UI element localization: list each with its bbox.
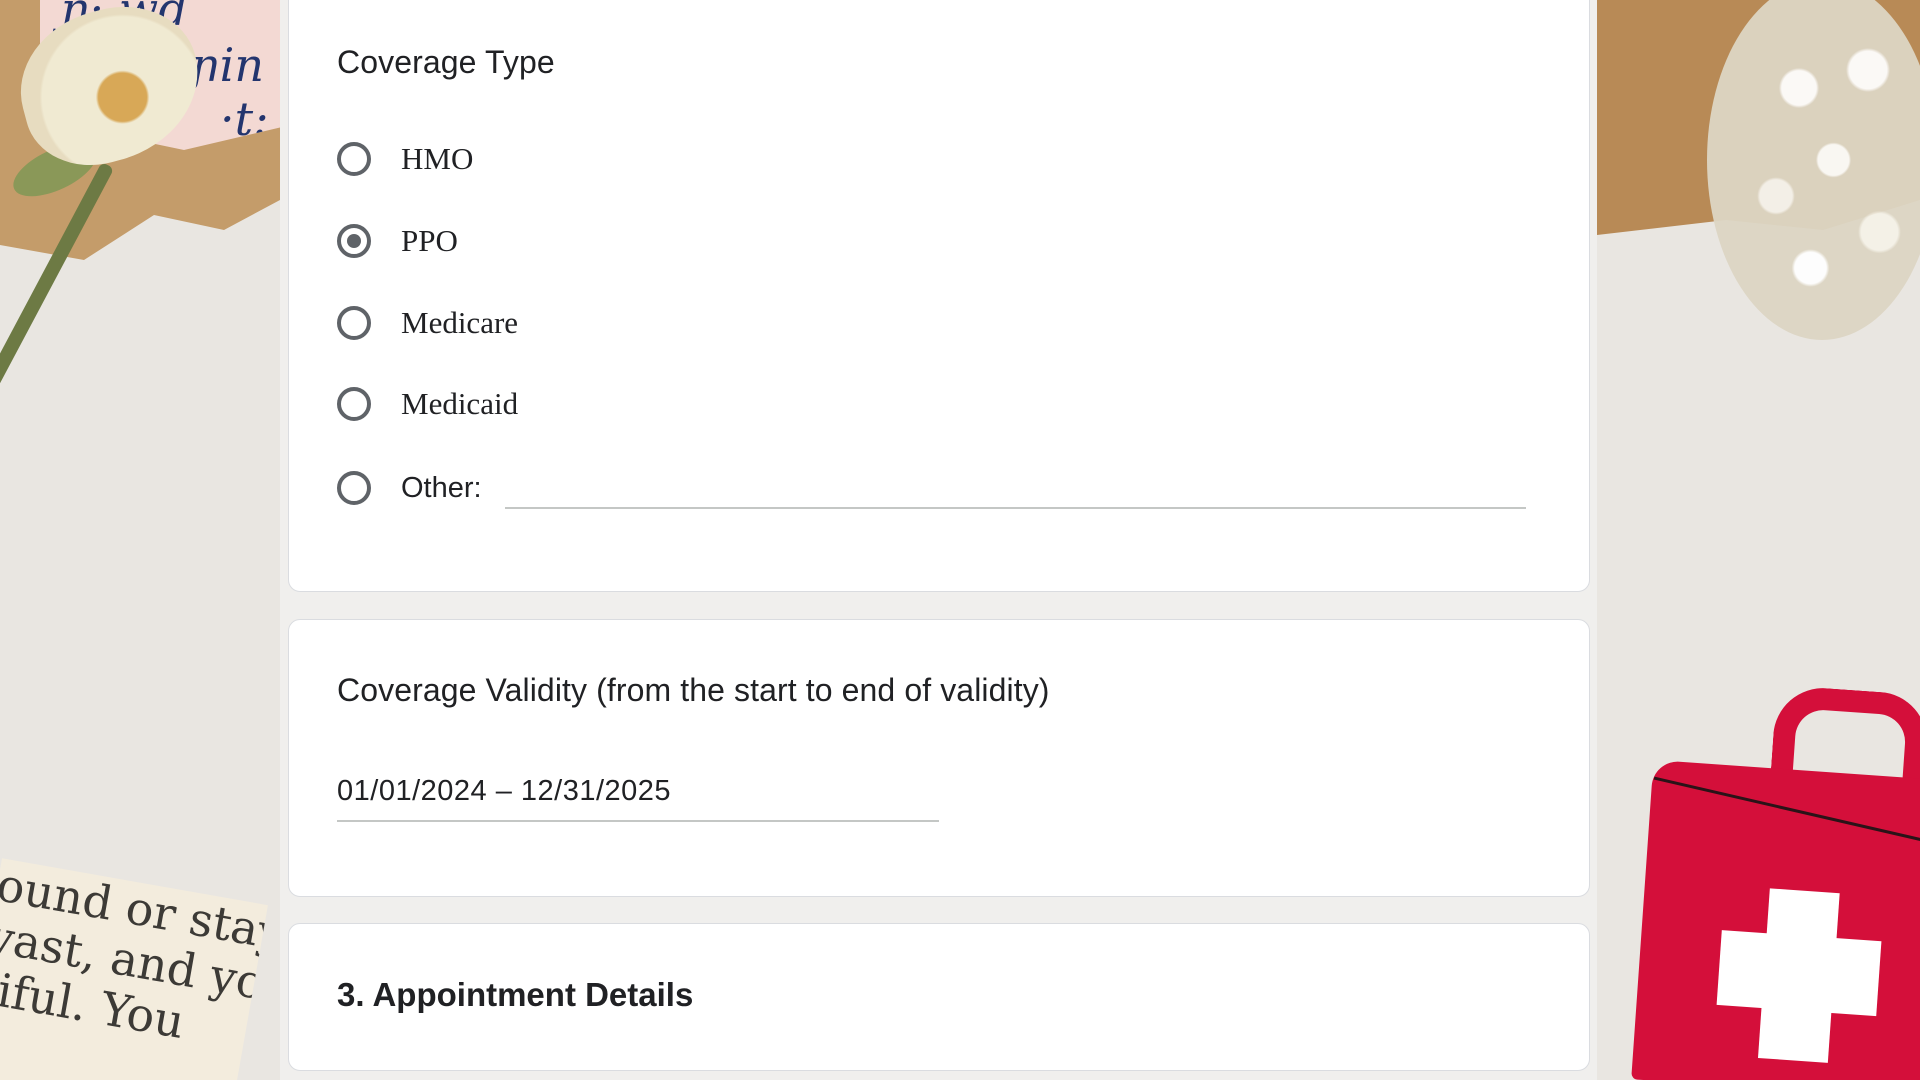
printed-note-decoration: ound or stays vast, and you tiful. You [0,858,268,1080]
input-underline [337,820,939,822]
coverage-type-question-card: Coverage Type HMO PPO Medicare Medicaid … [288,0,1590,592]
right-collage-decoration [1597,0,1920,1080]
option-medicare[interactable]: Medicare [337,301,518,345]
flowers-decoration [1707,0,1920,340]
radio-button[interactable] [337,387,371,421]
first-aid-kit-icon [1631,759,1920,1080]
coverage-validity-question-card: Coverage Validity (from the start to end… [288,619,1590,897]
option-label: PPO [401,223,458,258]
other-text-input[interactable] [505,507,1526,509]
radio-button[interactable] [337,471,371,505]
date-range-input[interactable]: 01/01/2024 – 12/31/2025 [337,775,671,808]
option-medicaid[interactable]: Medicaid [337,382,518,426]
section-title: 3. Appointment Details [337,976,694,1013]
option-label: HMO [401,141,474,176]
section-header-card: 3. Appointment Details [288,923,1590,1071]
option-hmo[interactable]: HMO [337,137,473,181]
letter-glyph: ɲin [190,38,264,92]
radio-button[interactable] [337,142,371,176]
kit-line [1653,776,1920,847]
option-label: Medicaid [401,386,519,421]
option-label: Other: [401,471,482,504]
radio-button[interactable] [337,306,371,340]
option-ppo[interactable]: PPO [337,219,458,263]
left-collage-decoration: ɲ· wd ɲin ·t: ound or stays vast, and yo… [0,0,280,1080]
option-other[interactable]: Other: [337,466,482,510]
medical-cross-icon [1716,930,1882,1017]
question-title: Coverage Validity (from the start to end… [337,672,1050,708]
radio-button-selected[interactable] [337,224,371,258]
question-title: Coverage Type [337,44,555,80]
option-label: Medicare [401,305,519,340]
